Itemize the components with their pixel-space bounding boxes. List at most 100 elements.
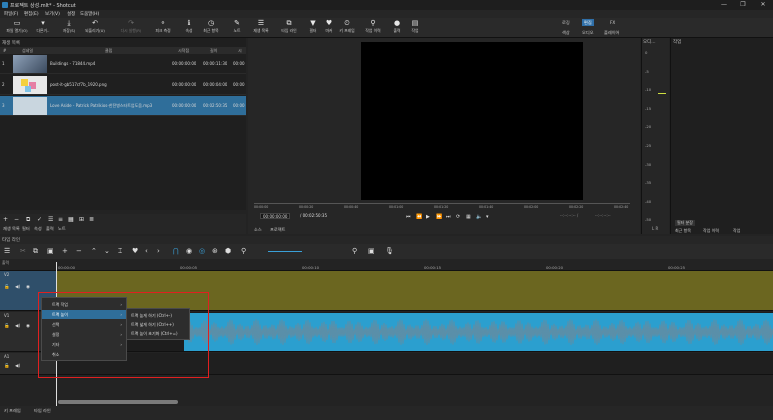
zoom-slider[interactable] <box>268 251 302 252</box>
tab-timeline[interactable]: 타임 라인 <box>34 408 51 414</box>
mute-icon[interactable]: ◀) <box>15 285 20 290</box>
play-icon[interactable]: ▶ <box>426 214 430 220</box>
grid-icon[interactable]: ▦ <box>466 214 471 220</box>
tiles-view-icon[interactable]: ⊞ <box>79 216 84 223</box>
replace-icon[interactable]: ⧉ <box>26 216 30 224</box>
viewer-ruler-label: 00:02:40 <box>614 205 629 209</box>
lift-icon[interactable]: ⌃ <box>91 247 97 255</box>
undo-button[interactable]: ↶ 되돌리기(U) <box>82 19 108 37</box>
lock-icon[interactable]: 🔓 <box>4 364 10 369</box>
close-button[interactable]: ✕ <box>755 1 771 9</box>
playlist-row[interactable]: 1 Buildings - 71844.mp4 00:00:00:00 00:0… <box>0 54 246 74</box>
peak-meter-button[interactable]: ⚬ 피크 측정 <box>150 19 176 37</box>
fast-forward-icon[interactable]: ⏩ <box>436 214 442 220</box>
layout-color[interactable]: 색상 <box>560 29 572 36</box>
viewer-ruler-label: 00:01:20 <box>434 205 449 209</box>
tab-history[interactable]: 작업 이력 <box>703 228 719 234</box>
menu-icon[interactable]: ≣ <box>89 216 94 223</box>
hide-icon[interactable]: ◉ <box>26 324 30 329</box>
zoom-in-icon[interactable]: ⚲ <box>352 247 357 255</box>
layout-player[interactable]: 플레이어 <box>602 29 621 36</box>
hide-icon[interactable]: ◉ <box>26 285 30 290</box>
tab-export[interactable]: 출력 <box>46 226 54 232</box>
audio-clip[interactable] <box>184 313 773 351</box>
split-icon[interactable]: ⌶ <box>118 247 122 256</box>
volume-icon[interactable]: 🔈 <box>476 214 482 220</box>
maximize-button[interactable]: ❐ <box>735 1 751 9</box>
ripple-icon[interactable]: ◎ <box>199 247 205 255</box>
details-view-icon[interactable]: ≡ <box>58 216 63 223</box>
next-marker-icon[interactable]: › <box>157 247 160 255</box>
mute-icon[interactable]: ◀) <box>15 364 20 369</box>
timeline-horizontal-scrollbar[interactable] <box>58 400 178 404</box>
tab-filter-sections[interactable]: 필터 분장 <box>675 220 695 226</box>
paste-icon[interactable]: ▣ <box>47 247 54 255</box>
open-file-button[interactable]: ▭ 파일 열기(O) <box>4 19 30 37</box>
tab-recent[interactable]: 최근 항목 <box>675 228 691 234</box>
skip-end-icon[interactable]: ⏭ <box>446 214 451 220</box>
prev-marker-icon[interactable]: ‹ <box>145 247 148 255</box>
tab-notes[interactable]: 노트 <box>58 226 66 232</box>
lock-icon[interactable]: 🔓 <box>4 285 10 290</box>
scrub-icon[interactable]: ◉ <box>186 247 192 255</box>
append-icon[interactable]: + <box>62 247 68 255</box>
update-icon[interactable]: ✓ <box>37 216 42 223</box>
layout-editing[interactable]: 편집 <box>582 19 594 26</box>
copy-icon[interactable]: ⧉ <box>33 247 38 256</box>
playlist-row[interactable]: 2 post-it-gb517cf7b_1920.png 00:00:00:00… <box>0 75 246 95</box>
menu-help[interactable]: 도움말(H) <box>80 11 99 17</box>
recent-button[interactable]: ◷ 최근 항목 <box>198 19 224 37</box>
cut-icon[interactable]: ✂ <box>20 247 26 255</box>
playlist-button[interactable]: ☰ 재생 목록 <box>248 19 274 37</box>
remove-icon[interactable]: − <box>14 216 19 223</box>
open-other-button[interactable]: ▾ 다른거.. <box>30 19 56 37</box>
playlist-row-selected[interactable]: 3 Love Aside - Patrick Patrikios-한전병스타트업… <box>0 96 246 116</box>
minimize-button[interactable]: — <box>716 1 732 9</box>
redo-button[interactable]: ↷ 다시 실행(R) <box>118 19 144 37</box>
ripple-markers-icon[interactable]: ⬢ <box>225 247 231 255</box>
notes-button[interactable]: ✎ 노트 <box>224 19 250 37</box>
current-timecode[interactable]: 00:00:00:00 <box>260 213 291 219</box>
overwrite-icon[interactable]: ⌄ <box>104 247 110 255</box>
menu-settings[interactable]: 설정 <box>67 11 75 17</box>
video-screen[interactable] <box>361 42 583 200</box>
zoom-out-icon[interactable]: ⚲ <box>241 247 246 255</box>
menu-edit[interactable]: 편집(E) <box>24 11 39 17</box>
tab-project[interactable]: 프로젝트 <box>270 227 285 233</box>
snap-icon[interactable]: ⋂ <box>173 247 179 255</box>
lock-icon[interactable]: 🔓 <box>4 324 10 329</box>
tab-playlist[interactable]: 재생 목록 <box>3 226 20 232</box>
marker-icon[interactable]: ♥ <box>132 247 138 255</box>
icon-view-icon[interactable]: ▦ <box>68 216 74 223</box>
timeline-ruler[interactable]: 출력 00:00:00 00:00:05 00:00:10 00:00:15 00:00… <box>0 259 773 271</box>
skip-start-icon[interactable]: ⏮ <box>406 214 411 220</box>
menu-icon[interactable]: ☰ <box>4 247 10 255</box>
layout-audio[interactable]: 오디오 <box>580 29 596 36</box>
list-view-icon[interactable]: ☰ <box>48 216 53 223</box>
ripple-all-icon[interactable]: ⊛ <box>212 247 218 255</box>
zoom-fit-icon[interactable]: ▣ <box>368 247 375 255</box>
add-icon[interactable]: + <box>3 216 8 223</box>
mute-icon[interactable]: ◀) <box>15 324 20 329</box>
col-num[interactable]: # <box>3 48 6 53</box>
layout-logging[interactable]: 로깅 <box>560 19 572 26</box>
jobs-button[interactable]: ▤ 작업 <box>402 19 428 37</box>
tab-keyframes[interactable]: 키 프레임 <box>4 408 21 414</box>
tab-source[interactable]: 소스 <box>254 227 262 233</box>
tab-filters[interactable]: 필터 <box>22 226 30 232</box>
history-button[interactable]: ⚲ 작업 이력 <box>360 19 386 37</box>
layout-fx[interactable]: FX <box>608 19 617 26</box>
tab-jobs[interactable]: 작업 <box>733 228 740 234</box>
viewer-ruler[interactable]: 00:00:00 00:00:20 00:00:40 00:01:00 00:01:20… <box>254 203 630 211</box>
record-audio-icon[interactable]: 🎙 <box>385 247 394 255</box>
save-button[interactable]: ⤓ 저장(S) <box>56 19 82 37</box>
remove-icon[interactable]: − <box>76 247 82 255</box>
timeline-button[interactable]: ⧉ 타임 라인 <box>276 19 302 37</box>
zoom-dropdown-icon[interactable]: ▾ <box>486 214 489 220</box>
keyframes-button[interactable]: ⏲ 키 프레임 <box>334 19 360 37</box>
menu-view[interactable]: 보기(V) <box>45 11 60 17</box>
tab-properties[interactable]: 속성 <box>34 226 42 232</box>
menu-file[interactable]: 파일(F) <box>4 11 18 17</box>
rewind-icon[interactable]: ⏪ <box>416 214 422 220</box>
loop-icon[interactable]: ⟳ <box>456 214 460 220</box>
